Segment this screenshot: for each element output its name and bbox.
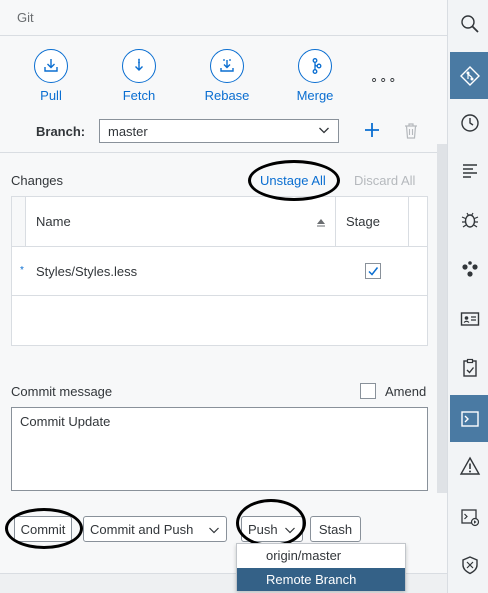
- column-divider: [408, 197, 409, 246]
- git-icon[interactable]: [450, 52, 488, 99]
- commit-and-push-label: Commit and Push: [90, 521, 194, 537]
- fetch-button[interactable]: Fetch: [106, 49, 172, 103]
- check-icon: [368, 267, 379, 276]
- panel-title: Git: [17, 10, 34, 25]
- unstage-all-link[interactable]: Unstage All: [260, 173, 326, 188]
- menu-item-remote-branch[interactable]: Remote Branch: [237, 568, 405, 591]
- select-column: [12, 197, 26, 246]
- merge-button[interactable]: Merge: [282, 49, 348, 103]
- git-panel: Git Pull Fetch Rebase Merge ∘∘∘ Branch: …: [0, 0, 447, 593]
- merge-icon: [298, 49, 332, 83]
- branch-label: Branch:: [36, 124, 86, 139]
- branch-row: Branch: master: [0, 118, 437, 153]
- stash-button[interactable]: Stash: [310, 516, 361, 542]
- stage-column-header: Stage: [346, 214, 380, 229]
- outline-icon[interactable]: [450, 147, 488, 194]
- security-icon[interactable]: [450, 541, 488, 588]
- plus-icon: [365, 123, 379, 137]
- sort-icon[interactable]: [316, 214, 326, 232]
- rebase-icon: [210, 49, 244, 83]
- delete-branch-button[interactable]: [401, 120, 421, 142]
- chevron-down-icon: [208, 524, 220, 539]
- push-label: Push: [248, 521, 278, 537]
- search-icon[interactable]: [450, 0, 488, 47]
- fetch-icon: [122, 49, 156, 83]
- file-name[interactable]: Styles/Styles.less: [36, 264, 137, 279]
- run-console-icon[interactable]: [450, 493, 488, 540]
- commit-button[interactable]: Commit: [14, 516, 72, 542]
- table-row[interactable]: * Styles/Styles.less: [12, 247, 427, 296]
- discard-all-link[interactable]: Discard All: [354, 173, 415, 188]
- rebase-button[interactable]: Rebase: [194, 49, 260, 103]
- right-sidebar: [447, 0, 488, 593]
- amend-label: Amend: [385, 384, 427, 399]
- add-branch-button[interactable]: [360, 118, 384, 142]
- commit-message-label: Commit message: [11, 384, 113, 399]
- git-content: Branch: master Changes Unstage All Disca…: [0, 118, 447, 573]
- pull-icon: [34, 49, 68, 83]
- menu-item-origin-master[interactable]: origin/master: [237, 544, 405, 567]
- contact-card-icon[interactable]: [450, 295, 488, 342]
- history-icon[interactable]: [450, 99, 488, 146]
- push-dropdown-menu: origin/master Remote Branch: [236, 543, 406, 591]
- column-divider: [335, 197, 336, 246]
- chevron-down-icon: [318, 123, 330, 142]
- chevron-down-icon: [284, 524, 296, 539]
- commit-message-input[interactable]: Commit Update: [11, 407, 428, 491]
- dependencies-icon[interactable]: [450, 245, 488, 292]
- scrollbar[interactable]: [437, 144, 447, 493]
- more-actions-button[interactable]: ∘∘∘: [370, 72, 397, 88]
- branch-value: master: [108, 124, 148, 139]
- rebase-label: Rebase: [204, 88, 250, 103]
- name-column-header[interactable]: Name: [36, 214, 71, 229]
- checklist-icon[interactable]: [450, 344, 488, 391]
- terminal-icon[interactable]: [450, 395, 488, 442]
- pull-button[interactable]: Pull: [18, 49, 84, 103]
- push-button[interactable]: Push: [241, 516, 303, 542]
- merge-label: Merge: [296, 88, 334, 103]
- pull-label: Pull: [40, 88, 62, 103]
- fetch-label: Fetch: [122, 88, 156, 103]
- modified-marker: *: [20, 265, 24, 276]
- table-header: Name Stage: [12, 197, 427, 247]
- changes-label: Changes: [11, 173, 64, 188]
- warning-icon[interactable]: [450, 442, 488, 489]
- stage-checkbox[interactable]: [365, 263, 381, 279]
- changes-table: Name Stage * Styles/Styles.less: [11, 196, 428, 346]
- commit-and-push-button[interactable]: Commit and Push: [83, 516, 227, 542]
- amend-checkbox[interactable]: [360, 383, 376, 399]
- trash-icon: [405, 123, 417, 139]
- panel-header: Git: [0, 0, 447, 36]
- branch-select[interactable]: master: [99, 119, 339, 143]
- git-toolbar: Pull Fetch Rebase Merge ∘∘∘: [0, 36, 447, 118]
- debug-icon[interactable]: [450, 196, 488, 243]
